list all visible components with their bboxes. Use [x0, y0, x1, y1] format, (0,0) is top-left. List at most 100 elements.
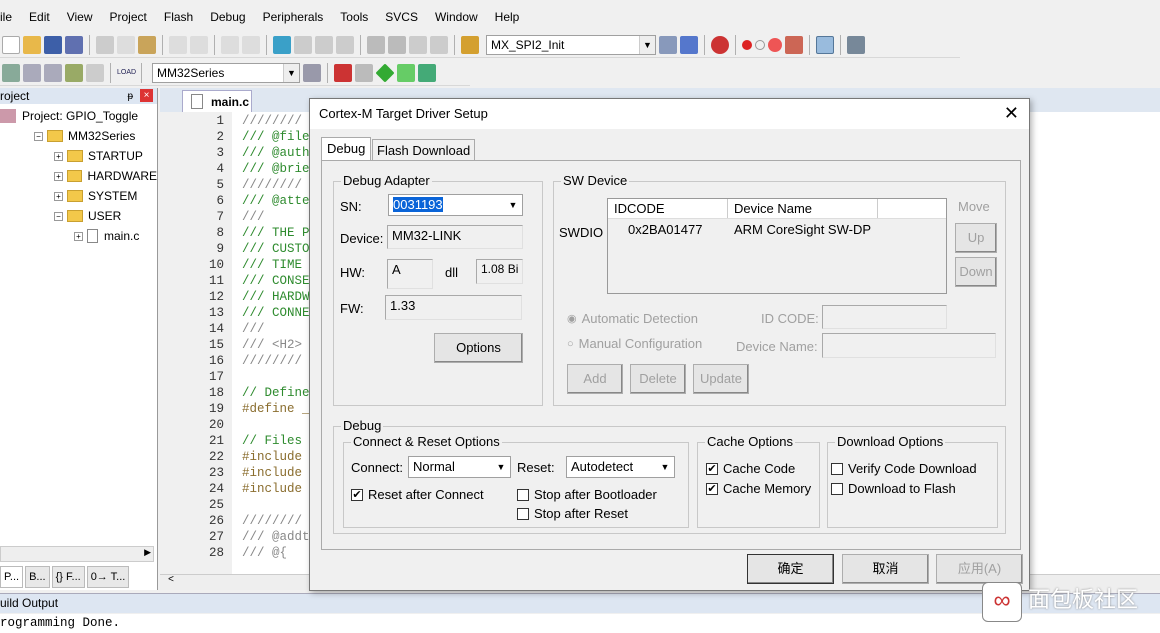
chevron-down-icon[interactable]: ▼: [657, 458, 673, 476]
breakpoint-icon[interactable]: [742, 39, 752, 50]
menu-flash[interactable]: Flash: [156, 10, 202, 24]
debug-session-icon[interactable]: [711, 35, 729, 54]
expand-toggle-icon[interactable]: +: [54, 151, 63, 161]
forward-icon[interactable]: [242, 35, 260, 54]
menu-debug[interactable]: Debug: [202, 10, 254, 24]
column-idcode[interactable]: IDCODE: [608, 199, 728, 218]
expand-toggle-icon[interactable]: −: [34, 131, 43, 141]
tree-item[interactable]: + STARTUP: [0, 146, 157, 166]
target-combo[interactable]: MM32Series ▼: [152, 62, 300, 83]
close-icon[interactable]: ×: [140, 89, 153, 102]
cut-icon[interactable]: [96, 35, 114, 54]
menu-svcs[interactable]: SVCS: [377, 10, 427, 24]
ok-button[interactable]: 确定: [747, 554, 834, 584]
menu-window[interactable]: Window: [427, 10, 487, 24]
tree-item[interactable]: + HARDWARE: [0, 166, 157, 186]
cache-code-checkbox[interactable]: ✔ Cache Code: [706, 461, 795, 476]
bookmark-next-icon[interactable]: [315, 35, 333, 54]
manage-components-icon[interactable]: [334, 63, 352, 82]
config-icon[interactable]: [680, 35, 698, 54]
tab-flash-download[interactable]: Flash Download: [372, 139, 476, 161]
menu-peripherals[interactable]: Peripherals: [255, 10, 333, 24]
open-icon[interactable]: [23, 35, 41, 54]
indent-icon[interactable]: [367, 35, 385, 54]
manual-configuration-radio[interactable]: ○ Manual Configuration: [567, 336, 702, 351]
breakpoint-clear-icon[interactable]: [768, 37, 782, 52]
tab-main-c[interactable]: main.c: [182, 90, 252, 112]
apply-button[interactable]: 应用(A): [936, 554, 1023, 584]
automatic-detection-radio[interactable]: ◉ Automatic Detection: [567, 311, 698, 326]
down-button[interactable]: Down: [955, 257, 997, 287]
delete-button[interactable]: Delete: [630, 364, 686, 394]
idcode-input[interactable]: [822, 305, 947, 329]
save-all-icon[interactable]: [65, 35, 83, 54]
menu-edit[interactable]: Edit: [21, 10, 59, 24]
find-in-files-icon[interactable]: [461, 35, 479, 54]
download-to-flash-checkbox[interactable]: Download to Flash: [831, 481, 956, 496]
target-options-icon[interactable]: [303, 63, 321, 82]
menu-view[interactable]: View: [59, 10, 102, 24]
breakpoint-kill-icon[interactable]: [785, 35, 803, 54]
stop-after-reset-checkbox[interactable]: Stop after Reset: [517, 506, 628, 521]
tree-item[interactable]: + main.c: [0, 226, 157, 246]
tree-item[interactable]: − USER: [0, 206, 157, 226]
select-pack-icon[interactable]: [355, 63, 373, 82]
connect-select[interactable]: Normal ▼: [408, 456, 511, 478]
chevron-down-icon[interactable]: ▼: [505, 196, 521, 214]
panel-tab[interactable]: P...: [0, 566, 24, 588]
unindent-icon[interactable]: [388, 35, 406, 54]
expand-toggle-icon[interactable]: +: [54, 191, 63, 201]
up-button[interactable]: Up: [955, 223, 997, 253]
run-time-env-icon[interactable]: [397, 63, 415, 82]
cancel-button[interactable]: 取消: [842, 554, 929, 584]
panel-tab[interactable]: {} F...: [51, 566, 85, 588]
tab-debug[interactable]: Debug: [321, 137, 372, 161]
new-file-icon[interactable]: [2, 35, 20, 54]
breakpoint-disable-icon[interactable]: [755, 39, 765, 50]
redo-icon[interactable]: [190, 35, 208, 54]
add-button[interactable]: Add: [567, 364, 623, 394]
panel-tab[interactable]: B...: [25, 566, 50, 588]
chevron-down-icon[interactable]: ▼: [283, 63, 299, 82]
stop-build-icon[interactable]: [86, 63, 104, 82]
chevron-down-icon[interactable]: ▼: [639, 35, 655, 54]
menu-tools[interactable]: Tools: [332, 10, 377, 24]
tree-item[interactable]: + SYSTEM: [0, 186, 157, 206]
device-name-input[interactable]: [822, 333, 996, 358]
load-icon[interactable]: LOAD: [117, 69, 136, 76]
comment-icon[interactable]: [409, 35, 427, 54]
back-icon[interactable]: [221, 35, 239, 54]
function-combo[interactable]: MX_SPI2_Init ▼: [486, 34, 656, 55]
uncomment-icon[interactable]: [430, 35, 448, 54]
scroll-right-icon[interactable]: ▶: [144, 547, 151, 558]
print-icon[interactable]: [659, 35, 677, 54]
window-layout-icon[interactable]: [816, 35, 834, 54]
bookmark-prev-icon[interactable]: [294, 35, 312, 54]
menu-help[interactable]: Help: [487, 10, 529, 24]
pack-installer-icon[interactable]: [375, 62, 395, 83]
panel-tab[interactable]: 0→ T...: [86, 566, 130, 588]
update-button[interactable]: Update: [693, 364, 749, 394]
reset-select[interactable]: Autodetect ▼: [566, 456, 675, 478]
tree-item[interactable]: − MM32Series: [0, 126, 157, 146]
copy-icon[interactable]: [117, 35, 135, 54]
scroll-left-icon[interactable]: <: [168, 575, 174, 586]
cache-memory-checkbox[interactable]: ✔ Cache Memory: [706, 481, 811, 496]
stop-after-bootloader-checkbox[interactable]: Stop after Bootloader: [517, 487, 657, 502]
software-packs-icon[interactable]: [418, 63, 436, 82]
translate-icon[interactable]: [2, 63, 20, 82]
wrench-icon[interactable]: [847, 35, 865, 54]
table-row[interactable]: 0x2BA01477 ARM CoreSight SW-DP: [608, 219, 946, 237]
expand-toggle-icon[interactable]: +: [74, 231, 83, 241]
menu-project[interactable]: Project: [102, 10, 156, 24]
pin-icon[interactable]: ᵽ: [127, 91, 133, 102]
sn-select[interactable]: 0031193 ▼: [388, 194, 523, 216]
bookmark-icon[interactable]: [273, 35, 291, 54]
batch-build-icon[interactable]: [65, 63, 83, 82]
rebuild-icon[interactable]: [44, 63, 62, 82]
save-icon[interactable]: [44, 35, 62, 54]
undo-icon[interactable]: [169, 35, 187, 54]
bookmark-clear-icon[interactable]: [336, 35, 354, 54]
verify-code-download-checkbox[interactable]: Verify Code Download: [831, 461, 977, 476]
build-icon[interactable]: [23, 63, 41, 82]
